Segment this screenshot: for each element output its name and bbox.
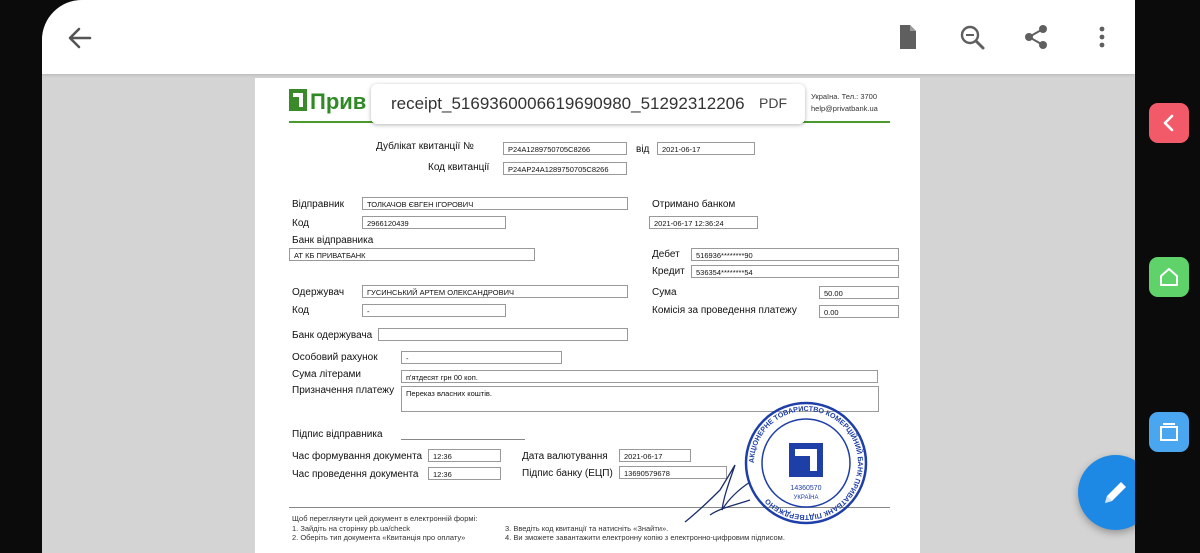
recipient-bank-value (378, 328, 628, 341)
debit-label: Дебет (652, 249, 680, 260)
footer-step4: 4. Ви зможете завантажити електронну коп… (505, 533, 785, 542)
share-icon[interactable] (1021, 22, 1051, 52)
privatbank-logo-icon (289, 89, 307, 111)
sum-label: Сума (652, 287, 677, 298)
code-value: P24AP24A1289750705C8266 (503, 162, 627, 175)
home-icon (1160, 268, 1178, 286)
bank-signature-label: Підпис банку (ЕЦП) (522, 468, 613, 479)
recipient-bank-label: Банк одержувача (292, 330, 373, 341)
contact-phone: Україна. Тел.: 3700 (811, 92, 878, 101)
debit-value: 516936********90 (691, 248, 899, 261)
sender-code-value: 2966120439 (362, 216, 506, 229)
pencil-icon (1105, 482, 1126, 503)
edit-fab-button[interactable] (1078, 455, 1135, 530)
recipient-code-label: Код (292, 305, 310, 316)
recipient-value: ГУСИНСЬКИЙ АРТЕМ ОЛЕКСАНДРОВИЧ (362, 285, 628, 298)
footer-step2: 2. Оберіть тип документа «Квитанція про … (292, 533, 466, 542)
sender-code-label: Код (292, 218, 310, 229)
side-windows-button[interactable] (1149, 412, 1189, 452)
sum-words-value: п'ятдесят грн 00 коп. (401, 370, 878, 383)
from-value: 2021-06-17 (657, 142, 755, 155)
more-options-icon[interactable] (1087, 22, 1117, 52)
receipt-page: Прив Україна. Тел.: 3700 help@privatbank… (255, 78, 920, 553)
sender-label: Відправник (292, 199, 345, 210)
doc-formed-label: Час формування документа (292, 451, 423, 462)
recent-windows-icon (1160, 423, 1178, 441)
search-zoom-icon[interactable] (957, 22, 987, 52)
contact-email: help@privatbank.ua (811, 104, 878, 113)
logo-text: Прив (310, 89, 367, 114)
personal-account-value: - (401, 351, 562, 364)
duplicate-value: P24A1289750705C8266 (503, 142, 627, 155)
doc-processed-value: 12:36 (428, 467, 501, 480)
side-home-button[interactable] (1149, 257, 1189, 297)
received-value: 2021-06-17 12:36:24 (649, 216, 758, 229)
chevron-left-icon (1163, 114, 1174, 132)
sender-signature-line (401, 439, 525, 440)
footer-step3: 3. Введіть код квитанції та натисніть «З… (505, 524, 669, 533)
document-icon[interactable] (893, 22, 923, 52)
credit-label: Кредит (652, 266, 685, 277)
sender-bank-value: АТ КБ ПРИВАТБАНК (289, 248, 535, 261)
fee-value: 0.00 (819, 305, 899, 318)
footer-step1: 1. Зайдіть на сторінку pb.ua/check (292, 524, 410, 533)
received-label: Отримано банком (652, 199, 736, 210)
doc-formed-value: 12:36 (428, 449, 501, 462)
sender-bank-label: Банк відправника (292, 235, 374, 246)
recipient-code-value: - (362, 304, 506, 317)
credit-value: 536354********54 (691, 265, 899, 278)
fee-label: Комісія за проведення платежу (652, 305, 797, 316)
duplicate-label: Дублікат квитанції № (376, 141, 474, 152)
back-arrow-icon[interactable] (66, 24, 94, 52)
app-toolbar (42, 0, 1135, 74)
stamp-country: УКРАЇНА (794, 494, 819, 501)
bank-stamp-seal: АКЦІОНЕРНЕ ТОВАРИСТВО КОМЕРЦІЙНИЙ БАНК П… (744, 401, 868, 525)
doc-processed-label: Час проведення документа (292, 469, 419, 480)
value-date-label: Дата валютування (522, 451, 608, 462)
sum-value: 50.00 (819, 286, 899, 299)
phone-screen: Прив Україна. Тел.: 3700 help@privatbank… (0, 0, 1200, 553)
filename-banner: receipt_5169360006619690980_51292312206 … (371, 84, 805, 124)
from-label: від (636, 144, 650, 155)
purpose-label: Призначення платежу (292, 385, 395, 396)
sender-value: ТОЛКАЧОВ ЄВГЕН ІГОРОВИЧ (362, 197, 628, 210)
sum-words-label: Сума літерами (292, 369, 361, 380)
recipient-label: Одержувач (292, 287, 345, 298)
side-back-button[interactable] (1149, 103, 1189, 143)
footer-title: Щоб переглянути цей документ в електронн… (292, 514, 478, 523)
personal-account-label: Особовий рахунок (292, 352, 378, 363)
sender-signature-label: Підпис відправника (292, 429, 383, 440)
code-label: Код квитанції (428, 162, 490, 173)
file-type: PDF (759, 95, 787, 111)
pdf-viewer-app: Прив Україна. Тел.: 3700 help@privatbank… (42, 0, 1135, 553)
stamp-code: 14360570 (790, 485, 821, 492)
file-name: receipt_5169360006619690980_51292312206 (391, 94, 745, 113)
